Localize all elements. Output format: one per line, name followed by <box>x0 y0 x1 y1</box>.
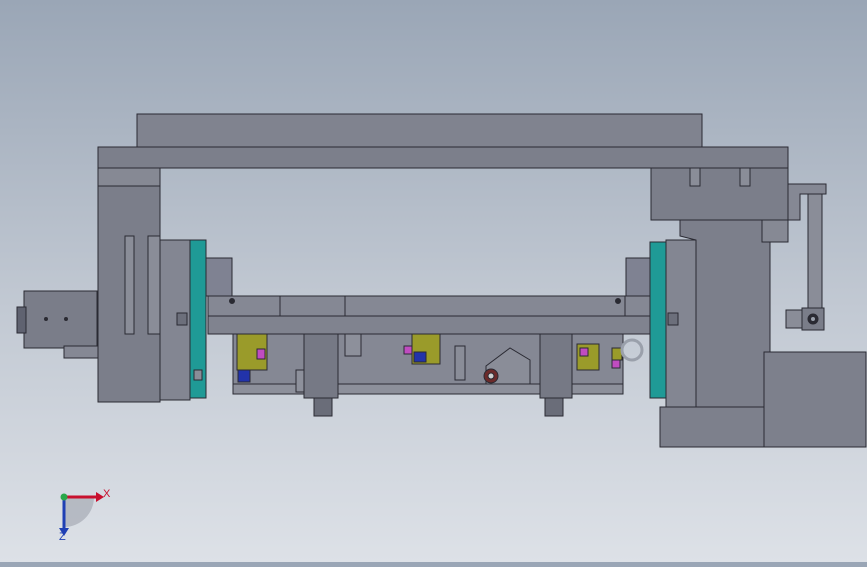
cad-3d-viewport[interactable] <box>0 0 867 562</box>
right-base <box>659 406 765 448</box>
top-crossbeam <box>97 146 789 169</box>
right-rotary-disc <box>649 241 667 399</box>
top-plate <box>136 113 703 148</box>
orientation-triad-icon <box>59 492 104 536</box>
z-axis-label: Z <box>59 531 66 543</box>
x-axis-label: X <box>103 488 111 500</box>
cylinder-left <box>303 333 339 399</box>
cylinder-right <box>539 333 573 399</box>
left-motor-body <box>23 290 98 349</box>
origin-point-icon <box>60 493 68 501</box>
actuator-rod <box>807 193 823 309</box>
right-column <box>650 167 789 221</box>
main-bed <box>207 295 651 317</box>
